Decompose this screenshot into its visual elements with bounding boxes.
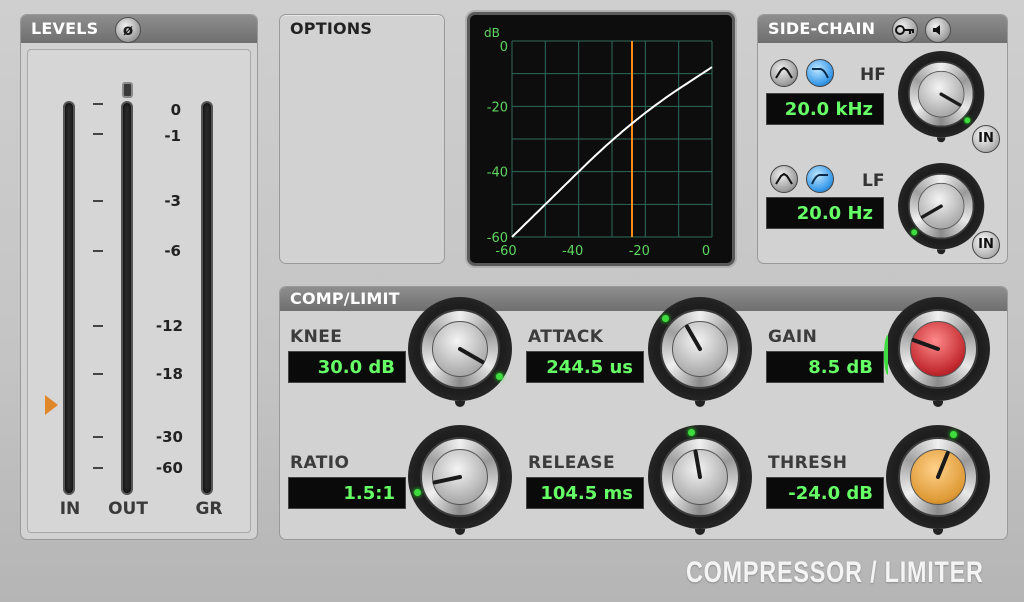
transfer-graph-frame: dB 0 -20 -40 -60 -60 -40 -20 0 (467, 12, 735, 266)
scale-tick (93, 467, 103, 469)
y-tick-label: -20 (487, 100, 508, 115)
thresh-knob[interactable] (886, 425, 990, 535)
hf-in-button[interactable]: IN (972, 125, 1000, 153)
scale-tick (93, 250, 103, 252)
knee-value-display[interactable]: 30.0 dB (288, 351, 406, 383)
phase-invert-button[interactable]: ø (115, 17, 141, 43)
hf-value-display[interactable]: 20.0 kHz (766, 93, 884, 125)
transfer-graph: dB0-20-40-60-60 -40 -20 0 (484, 26, 713, 259)
scale-label: -3 (164, 192, 181, 210)
x-tick-label: -20 (629, 244, 650, 259)
scale-label: -6 (164, 242, 181, 260)
knee-label: KNEE (290, 327, 343, 347)
x-tick-label: -40 (562, 244, 583, 259)
lf-label: LF (862, 171, 885, 191)
lf-in-button[interactable]: IN (972, 231, 1000, 259)
ratio-knob[interactable] (408, 425, 512, 535)
lowpass-icon (812, 68, 829, 79)
in-meter-label: IN (59, 499, 81, 519)
hf-bandpass-button[interactable] (770, 59, 798, 87)
in-meter (63, 101, 75, 495)
gain-value-display[interactable]: 8.5 dB (766, 351, 884, 383)
lf-highpass-button[interactable] (806, 165, 834, 193)
gain-label: GAIN (768, 327, 818, 347)
bandpass-icon (775, 66, 793, 79)
options-header: OPTIONS (280, 15, 444, 43)
graph-unit-label: dB (484, 26, 500, 40)
scale-tick (93, 325, 103, 327)
ratio-value-display[interactable]: 1.5:1 (288, 477, 406, 509)
levels-title: LEVELS (31, 19, 99, 38)
thresh-value-display[interactable]: -24.0 dB (766, 477, 884, 509)
gain-knob[interactable] (884, 297, 990, 407)
scale-tick (93, 103, 103, 105)
knee-knob[interactable] (408, 297, 512, 407)
thresh-label: THRESH (768, 453, 848, 473)
hf-knob[interactable] (898, 51, 985, 143)
gr-meter (201, 101, 213, 495)
sidechain-title: SIDE-CHAIN (768, 19, 876, 38)
comp-limit-panel: COMP/LIMIT KNEE 30.0 dB ATTACK 244.5 us … (279, 286, 1008, 540)
scale-label: -60 (155, 459, 183, 477)
scale-tick (93, 200, 103, 202)
scale-tick (93, 436, 103, 438)
y-tick-label: 0 (500, 40, 508, 55)
release-label: RELEASE (528, 453, 615, 473)
hf-lowpass-button[interactable] (806, 59, 834, 87)
scale-tick (93, 373, 103, 375)
lf-knob[interactable] (898, 163, 985, 255)
options-title: OPTIONS (290, 19, 373, 38)
out-meter-label: OUT (108, 499, 148, 519)
scale-label: 0 (170, 101, 181, 119)
scale-label: -12 (155, 317, 183, 335)
scale-label: -1 (164, 127, 181, 145)
scale-tick (93, 133, 103, 135)
x-tick-label: 0 (702, 244, 710, 259)
release-knob[interactable] (648, 425, 752, 535)
release-value-display[interactable]: 104.5 ms (526, 477, 644, 509)
gain-arc (884, 335, 892, 375)
key-icon[interactable] (892, 17, 918, 43)
sidechain-header: SIDE-CHAIN (758, 15, 1007, 43)
gr-meter-label: GR (195, 499, 223, 519)
lf-bandpass-button[interactable] (770, 165, 798, 193)
attack-knob[interactable] (648, 297, 752, 407)
attack-value-display[interactable]: 244.5 us (526, 351, 644, 383)
bandpass-icon (775, 172, 793, 185)
options-panel: OPTIONS (279, 14, 445, 264)
lf-value-display[interactable]: 20.0 Hz (766, 197, 884, 229)
hf-label: HF (860, 65, 886, 85)
x-tick-label: -60 (495, 244, 516, 259)
out-clip-indicator[interactable] (122, 82, 133, 98)
highpass-icon (811, 174, 828, 185)
attack-label: ATTACK (528, 327, 604, 347)
speaker-icon[interactable] (925, 17, 951, 43)
comp-limit-title: COMP/LIMIT (290, 289, 400, 308)
levels-panel: LEVELS ø 0 -1 -3 -6 -12 -18 -30 -60 IN O… (20, 14, 258, 540)
sidechain-panel: SIDE-CHAIN HF 20.0 kHz IN LF 20.0 Hz IN (757, 14, 1008, 264)
out-meter (121, 101, 133, 495)
threshold-marker-icon[interactable] (45, 395, 58, 415)
ratio-label: RATIO (290, 453, 350, 473)
scale-label: -30 (155, 428, 183, 446)
scale-label: -18 (155, 365, 183, 383)
y-tick-label: -40 (487, 166, 508, 181)
plugin-brand: COMPRESSOR / LIMITER (686, 556, 984, 589)
